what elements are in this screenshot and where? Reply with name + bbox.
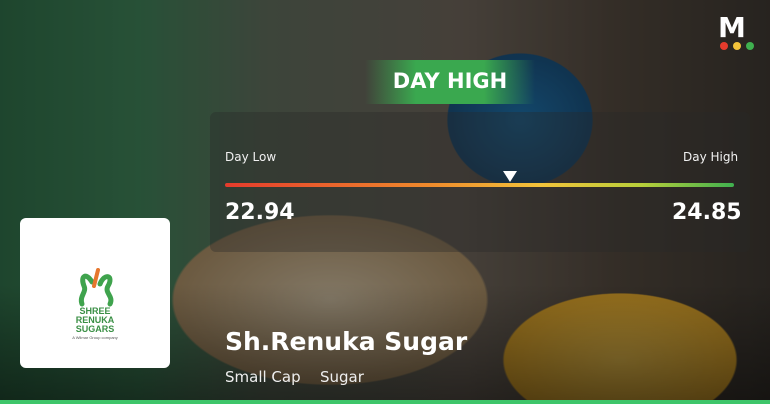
range-bar — [225, 183, 734, 187]
logo-dot-red — [720, 42, 728, 50]
brand-letter: M — [718, 11, 746, 44]
range-panel — [210, 112, 750, 252]
company-name: Sh.Renuka Sugar — [225, 327, 468, 356]
day-high-value: 24.85 — [672, 200, 742, 225]
logo-tagline: A Wilmar Group company — [72, 335, 118, 340]
logo-line3: SUGARS — [76, 324, 115, 334]
sector-tag: Sugar — [320, 368, 364, 386]
market-cap-tag: Small Cap — [225, 368, 301, 386]
logo-dot-yellow — [733, 42, 741, 50]
company-logo: SHREE RENUKA SUGARS A Wilmar Group compa… — [72, 268, 118, 340]
title-banner: DAY HIGH — [365, 60, 535, 104]
day-low-value: 22.94 — [225, 200, 295, 225]
logo-dot-green — [746, 42, 754, 50]
brand-logo: M — [718, 14, 756, 52]
bottom-accent-line — [0, 400, 770, 404]
banner-title: DAY HIGH — [392, 69, 508, 93]
price-marker — [503, 171, 518, 182]
day-low-label: Day Low — [225, 150, 277, 164]
company-logo-card: SHREE RENUKA SUGARS A Wilmar Group compa… — [20, 218, 170, 368]
day-high-label: Day High — [683, 150, 739, 164]
